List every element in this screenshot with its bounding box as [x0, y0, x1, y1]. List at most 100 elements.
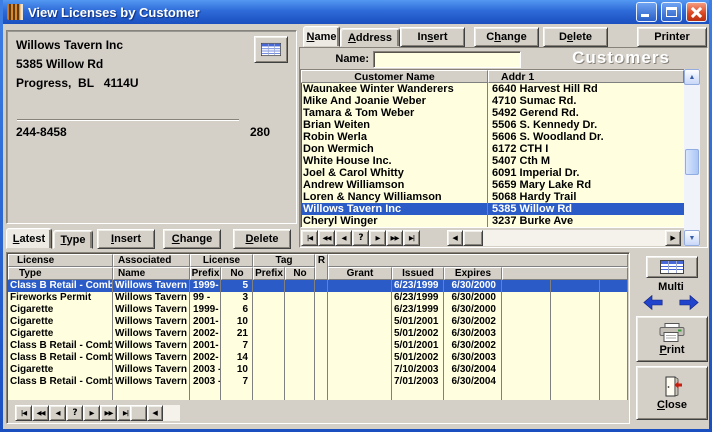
scrollbar-thumb[interactable]: [685, 149, 699, 175]
customer-row[interactable]: Willows Tavern Inc5385 Willow Rd: [301, 203, 684, 215]
header-expires[interactable]: Expires: [444, 267, 502, 280]
nav-find-button[interactable]: ?: [352, 230, 369, 246]
header-name[interactable]: Name: [113, 267, 190, 280]
customer-hscroll-right-button[interactable]: ▶: [665, 230, 681, 246]
license-row[interactable]: Class B Retail - ComboWillows Tavern In2…: [8, 352, 628, 364]
header-type[interactable]: Type: [8, 267, 113, 280]
customer-change-button[interactable]: Change: [474, 27, 539, 47]
minimize-button[interactable]: [636, 2, 657, 22]
tab-type[interactable]: Type: [53, 230, 93, 249]
scroll-up-button[interactable]: ▲: [684, 69, 700, 85]
customer-row[interactable]: Joel & Carol Whitty6091 Imperial Dr.: [301, 167, 684, 179]
page-left-button[interactable]: [643, 295, 663, 310]
header-r[interactable]: R: [315, 254, 328, 280]
license-row[interactable]: CigaretteWillows Tavern In2003 -107/10/2…: [8, 364, 628, 376]
tab-name[interactable]: Name: [303, 26, 340, 47]
customer-hscroll-thumb[interactable]: [463, 230, 483, 246]
nav-find-button[interactable]: ?: [66, 405, 83, 421]
license-row[interactable]: Class B Retail - ComboWillows Tavern In2…: [8, 376, 628, 388]
card-list-icon: [660, 260, 684, 274]
header-tag-group[interactable]: Tag: [253, 254, 315, 267]
customer-delete-button[interactable]: Delete: [543, 27, 608, 47]
header-license-group[interactable]: License: [190, 254, 253, 267]
page-right-button[interactable]: [679, 295, 699, 310]
customer-row[interactable]: Waunakee Winter Wanderers6640 Harvest Hi…: [301, 83, 684, 95]
arrow-left-icon: [643, 295, 663, 310]
nav-next-page-button[interactable]: ▶▶: [100, 405, 117, 421]
customer-hscroll-left-button[interactable]: ◀: [447, 230, 463, 246]
license-rows: Class B Retail - ComboWillows Tavern In1…: [8, 280, 628, 400]
nav-prev-button[interactable]: ◀: [49, 405, 66, 421]
tab-address[interactable]: Address: [340, 28, 400, 47]
license-delete-button[interactable]: Delete: [233, 229, 291, 249]
nav-next-button[interactable]: ▶: [83, 405, 100, 421]
customer-row[interactable]: White House Inc.5407 Cth M: [301, 155, 684, 167]
header-license-prefix[interactable]: Prefix: [190, 267, 221, 280]
license-row[interactable]: Class B Retail - ComboWillows Tavern In1…: [8, 280, 628, 292]
header-tag-no[interactable]: No: [285, 267, 315, 280]
print-button[interactable]: Print: [636, 316, 708, 362]
license-hscroll-thumb[interactable]: [130, 405, 147, 421]
scroll-right-icon: ▶: [670, 234, 675, 242]
close-label: Close: [657, 399, 687, 411]
license-insert-label: Insert: [111, 233, 141, 245]
license-row[interactable]: CigaretteWillows Tavern In1999-66/23/199…: [8, 304, 628, 316]
nav-prev-button[interactable]: ◀: [335, 230, 352, 246]
license-change-button[interactable]: Change: [163, 229, 221, 249]
customer-insert-button[interactable]: Insert: [400, 27, 465, 47]
header-issued[interactable]: Issued: [392, 267, 444, 280]
customer-phone: 244-8458: [16, 125, 67, 139]
license-row[interactable]: Class B Retail - ComboWillows Tavern In2…: [8, 340, 628, 352]
close-button[interactable]: Close: [636, 366, 708, 420]
license-row[interactable]: CigaretteWillows Tavern In2001-105/01/20…: [8, 316, 628, 328]
customer-row[interactable]: Loren & Nancy Williamson5068 Hardy Trail: [301, 191, 684, 203]
customer-list-header: Customer Name Addr 1: [301, 70, 684, 83]
license-row[interactable]: CigaretteWillows Tavern In2002-215/01/20…: [8, 328, 628, 340]
license-row-filler: [8, 388, 628, 400]
nav-last-button[interactable]: ▶|: [403, 230, 420, 246]
header-grant[interactable]: Grant: [328, 267, 392, 280]
customer-row[interactable]: Andrew Williamson5659 Mary Lake Rd: [301, 179, 684, 191]
tab-type-label: Type: [61, 234, 86, 246]
multi-view-button[interactable]: [646, 256, 698, 278]
customer-row[interactable]: Tamara & Tom Weber5492 Gerend Rd.: [301, 107, 684, 119]
customer-list-scrollbar[interactable]: ▲ ▼: [684, 69, 700, 246]
customer-delete-label: Delete: [559, 31, 592, 43]
name-search-input[interactable]: [373, 51, 521, 68]
nav-prev-page-button[interactable]: ◀◀: [32, 405, 49, 421]
license-hscroll-left-button[interactable]: ◀: [147, 405, 163, 421]
customer-row[interactable]: Robin Werla5606 S. Woodland Dr.: [301, 131, 684, 143]
customer-nav-bar: |◀◀◀◀?▶▶▶▶|: [301, 230, 420, 246]
window-title: View Licenses by Customer: [28, 5, 632, 20]
app-window: View Licenses by Customer Willows Tavern…: [0, 0, 712, 432]
customer-row[interactable]: Mike And Joanie Weber4710 Sumac Rd.: [301, 95, 684, 107]
header-spacer: [328, 254, 628, 267]
nav-first-button[interactable]: |◀: [301, 230, 318, 246]
header-tag-prefix[interactable]: Prefix: [253, 267, 285, 280]
column-header-addr1[interactable]: Addr 1: [488, 70, 684, 83]
customer-row[interactable]: Don Wermich6172 CTH I: [301, 143, 684, 155]
header-license-no[interactable]: No: [221, 267, 253, 280]
close-icon: [687, 3, 706, 21]
nav-next-page-button[interactable]: ▶▶: [386, 230, 403, 246]
customer-count: 280: [250, 125, 270, 139]
window-body: Willows Tavern Inc 5385 Willow Rd Progre…: [3, 24, 709, 429]
license-insert-button[interactable]: Insert: [97, 229, 155, 249]
scroll-down-button[interactable]: ▼: [684, 230, 700, 246]
customer-row[interactable]: Cheryl Winger3237 Burke Ave: [301, 215, 684, 227]
license-row[interactable]: Fireworks PermitWillows Tavern In99 -36/…: [8, 292, 628, 304]
header-license[interactable]: License: [8, 254, 113, 267]
printer-label: Printer: [654, 31, 690, 43]
nav-next-button[interactable]: ▶: [369, 230, 386, 246]
license-hscroll-track[interactable]: [163, 405, 180, 421]
close-window-button[interactable]: [686, 2, 707, 22]
maximize-button[interactable]: [661, 2, 682, 22]
header-associated[interactable]: Associated: [113, 254, 190, 267]
column-header-customer-name[interactable]: Customer Name: [301, 70, 488, 83]
nav-first-button[interactable]: |◀: [15, 405, 32, 421]
customer-detail-button[interactable]: [254, 36, 288, 63]
customer-row[interactable]: Brian Weiten5506 S. Kennedy Dr.: [301, 119, 684, 131]
printer-button[interactable]: Printer: [637, 27, 707, 47]
nav-prev-page-button[interactable]: ◀◀: [318, 230, 335, 246]
tab-latest[interactable]: Latest: [6, 228, 52, 249]
